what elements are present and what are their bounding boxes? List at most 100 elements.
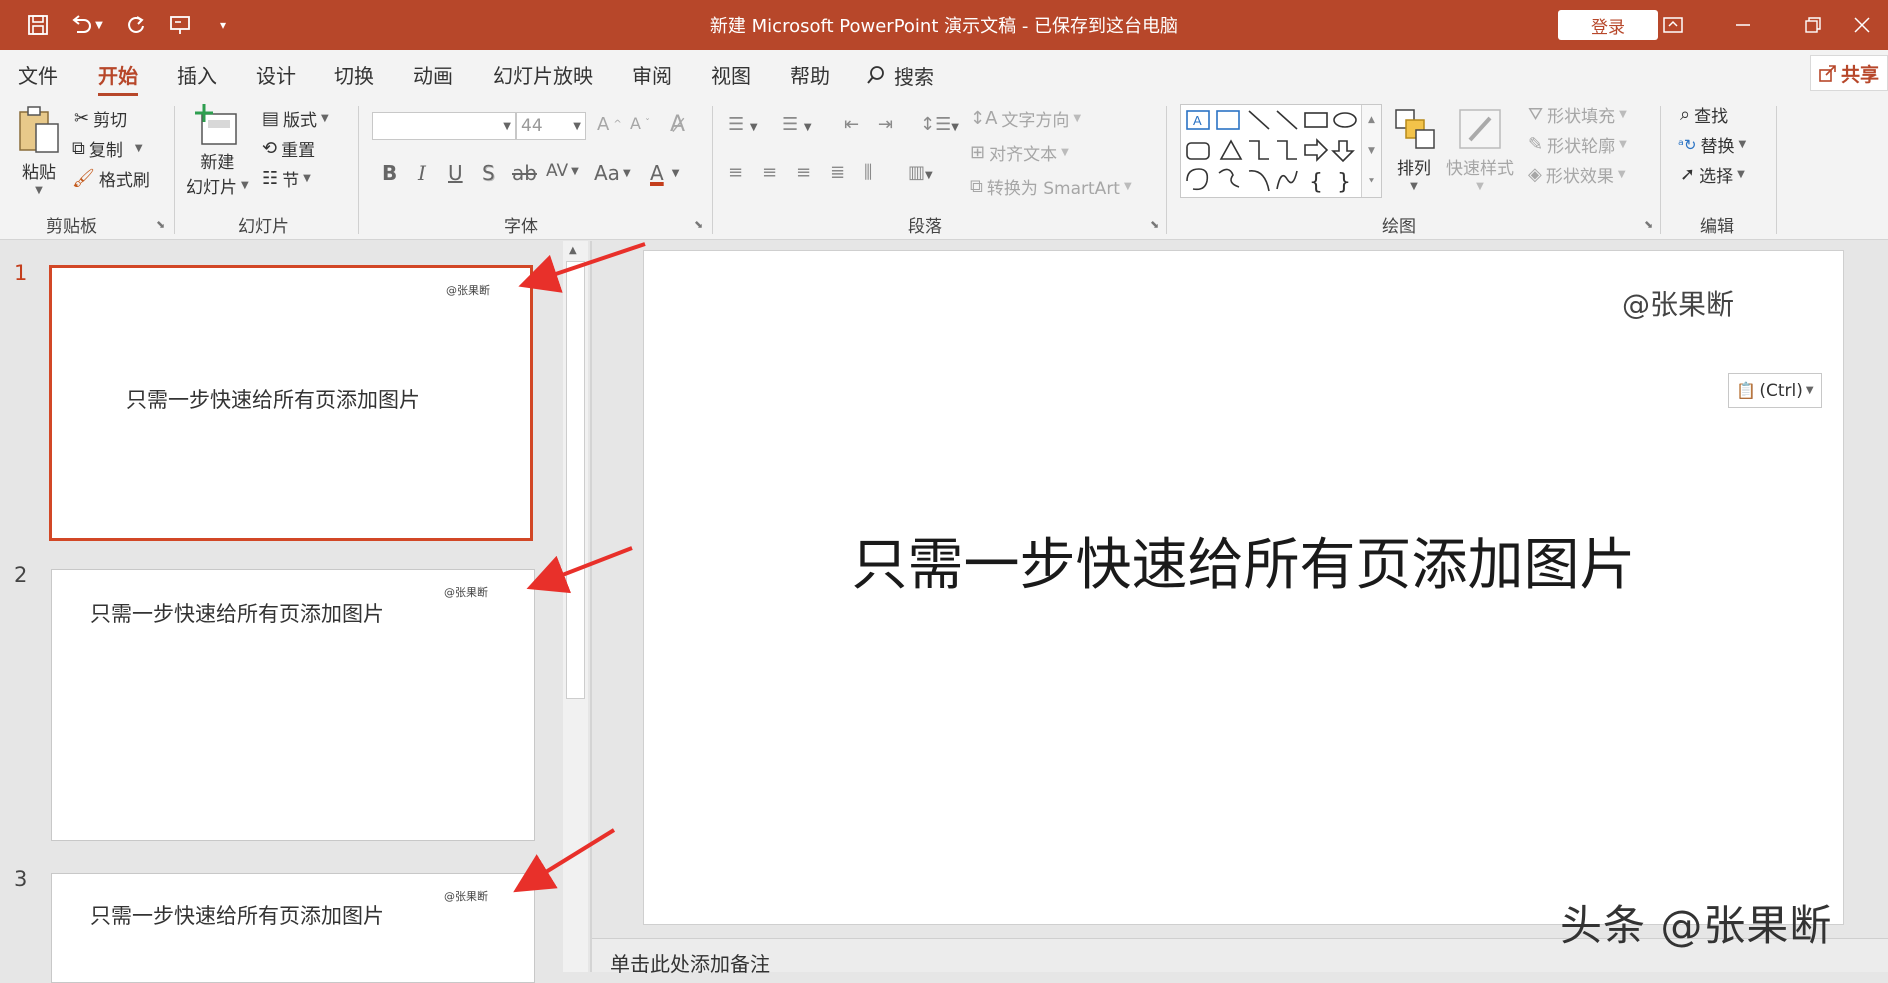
- clipboard-launcher-icon[interactable]: ⬊: [156, 218, 165, 231]
- find-button[interactable]: ⌕ 查找: [1680, 102, 1728, 127]
- tab-help[interactable]: 帮助: [790, 60, 830, 90]
- slide-watermark: @张果断: [444, 586, 488, 599]
- arrange-button[interactable]: 排列 ▼: [1392, 106, 1436, 192]
- align-right-icon[interactable]: ≡: [796, 162, 811, 183]
- slide-thumbnail-1[interactable]: @张果断 只需一步快速给所有页添加图片: [49, 265, 533, 541]
- tab-slideshow[interactable]: 幻灯片放映: [493, 60, 593, 90]
- slide-thumbnail-2[interactable]: @张果断 只需一步快速给所有页添加图片: [51, 569, 535, 841]
- arc-shape-icon: [1248, 170, 1270, 192]
- slide-thumbnail-3[interactable]: @张果断 只需一步快速给所有页添加图片: [51, 873, 535, 983]
- align-center-icon[interactable]: ≡: [762, 162, 777, 183]
- slide-title: 只需一步快速给所有页添加图片: [90, 904, 384, 928]
- strikethrough-button[interactable]: ab: [512, 161, 537, 185]
- reset-button[interactable]: ⟲ 重置: [262, 136, 315, 161]
- group-label-font: 字体: [504, 217, 538, 237]
- align-text-icon: ⊞: [970, 142, 986, 163]
- tab-insert[interactable]: 插入: [177, 60, 217, 90]
- select-button[interactable]: ➚ 选择 ▼: [1680, 162, 1745, 187]
- group-label-drawing: 绘图: [1382, 217, 1416, 237]
- font-color-button[interactable]: A ▼: [650, 161, 679, 185]
- save-icon[interactable]: [22, 10, 54, 40]
- font-name-input[interactable]: ▼: [372, 112, 516, 140]
- arrow-line-shape-icon: [1276, 110, 1298, 130]
- shape-fill-button[interactable]: ⛛ 形状填充 ▼: [1528, 102, 1627, 127]
- shape-effects-button[interactable]: ◈ 形状效果 ▼: [1528, 162, 1626, 187]
- find-label: 查找: [1694, 107, 1729, 127]
- group-divider: [1166, 106, 1167, 234]
- minimize-icon[interactable]: [1708, 0, 1778, 50]
- format-painter-button[interactable]: 🖌 格式刷: [72, 166, 150, 191]
- tab-view[interactable]: 视图: [711, 60, 751, 90]
- spacing-label: AV: [546, 161, 569, 181]
- bold-button[interactable]: B: [382, 161, 397, 185]
- cut-button[interactable]: ✂ 剪切: [74, 106, 127, 131]
- gallery-up-icon[interactable]: ▲: [1368, 115, 1375, 125]
- paste-options-button[interactable]: 📋 (Ctrl) ▼: [1728, 373, 1822, 408]
- main-slide-title[interactable]: 只需一步快速给所有页添加图片: [643, 520, 1844, 601]
- tab-animations[interactable]: 动画: [413, 60, 453, 90]
- font-launcher-icon[interactable]: ⬊: [694, 218, 703, 231]
- search-icon: ⌕: [1680, 104, 1691, 125]
- new-slide-button[interactable]: 新建 幻灯片 ▼: [186, 104, 249, 198]
- paragraph-launcher-icon[interactable]: ⬊: [1150, 218, 1159, 231]
- slide-number: 3: [14, 867, 28, 891]
- font-size-input[interactable]: 44 ▼: [516, 112, 586, 140]
- change-case-button[interactable]: Aa ▼: [594, 161, 631, 185]
- slide-watermark: @张果断: [446, 284, 490, 297]
- redo-icon[interactable]: [120, 10, 152, 40]
- columns-icon[interactable]: ▥▼: [908, 162, 933, 183]
- layout-button[interactable]: ▤ 版式 ▼: [262, 106, 329, 131]
- replace-button[interactable]: ᵃ↻ 替换 ▼: [1678, 132, 1746, 158]
- thumbnail-scrollbar[interactable]: ▲: [563, 241, 588, 972]
- tab-review[interactable]: 审阅: [632, 60, 672, 90]
- undo-icon[interactable]: ▼: [66, 10, 106, 40]
- font-size-value: 44: [521, 116, 543, 136]
- present-from-start-icon[interactable]: [164, 10, 196, 40]
- tab-home[interactable]: 开始: [98, 60, 138, 96]
- shape-outline-button[interactable]: ✎ 形状轮廓 ▼: [1528, 132, 1627, 157]
- distributed-icon[interactable]: ⫼: [864, 162, 872, 183]
- shapes-gallery[interactable]: A { } ▲ ▼ ⯆: [1180, 104, 1382, 198]
- italic-button[interactable]: I: [418, 161, 426, 185]
- customize-icon[interactable]: ▾: [208, 10, 238, 40]
- section-button[interactable]: ☷ 节 ▼: [262, 166, 311, 191]
- tell-me-search[interactable]: 搜索: [866, 60, 934, 90]
- increase-indent-icon[interactable]: ⇥: [878, 114, 893, 135]
- gallery-more-icon[interactable]: ⯆: [1368, 177, 1375, 187]
- group-divider: [1660, 106, 1661, 234]
- bullets-icon[interactable]: ☰ ▼: [728, 114, 758, 135]
- decrease-indent-icon[interactable]: ⇤: [844, 114, 859, 135]
- underline-button[interactable]: U: [448, 161, 463, 185]
- close-icon[interactable]: [1836, 0, 1888, 50]
- align-text-button[interactable]: ⊞ 对齐文本 ▼: [970, 140, 1069, 165]
- clear-formatting-icon[interactable]: A̷: [670, 112, 685, 137]
- text-shadow-button[interactable]: S: [482, 161, 495, 185]
- ribbon-display-options-icon[interactable]: [1638, 0, 1708, 50]
- scrollbar-thumb[interactable]: [566, 261, 585, 699]
- decrease-font-size-icon[interactable]: Aˇ: [630, 114, 650, 133]
- drawing-launcher-icon[interactable]: ⬊: [1644, 218, 1653, 231]
- tab-design[interactable]: 设计: [256, 60, 296, 90]
- effects-icon: ◈: [1528, 164, 1542, 185]
- shapes-gallery-scroll[interactable]: ▲ ▼ ⯆: [1361, 105, 1381, 197]
- line-spacing-icon[interactable]: ↕☰▼: [920, 114, 959, 135]
- tab-file[interactable]: 文件: [18, 60, 58, 90]
- reset-icon: ⟲: [262, 138, 278, 159]
- text-direction-button[interactable]: ↕A 文字方向 ▼: [970, 106, 1081, 131]
- paste-button[interactable]: 粘贴 ▼: [16, 104, 62, 196]
- scroll-up-icon[interactable]: ▲: [569, 245, 577, 256]
- increase-font-size-icon[interactable]: A ^: [597, 114, 622, 135]
- justify-icon[interactable]: ≣: [830, 162, 845, 183]
- character-spacing-button[interactable]: AV ▼: [546, 161, 579, 181]
- notes-placeholder[interactable]: 单击此处添加备注: [610, 948, 770, 977]
- down-arrow-shape-icon: [1331, 140, 1355, 163]
- gallery-down-icon[interactable]: ▼: [1368, 146, 1375, 156]
- tab-transitions[interactable]: 切换: [334, 60, 374, 90]
- quick-styles-button[interactable]: 快速样式 ▼: [1446, 106, 1514, 192]
- copy-button[interactable]: ⧉ 复制 ▼: [72, 136, 143, 161]
- numbering-icon[interactable]: ☰ ▼: [782, 114, 812, 135]
- share-button[interactable]: 共享: [1810, 55, 1888, 91]
- main-slide-watermark[interactable]: @张果断: [1622, 283, 1734, 323]
- smartart-button[interactable]: ⧉ 转换为 SmartArt ▼: [970, 174, 1132, 199]
- align-left-icon[interactable]: ≡: [728, 162, 743, 183]
